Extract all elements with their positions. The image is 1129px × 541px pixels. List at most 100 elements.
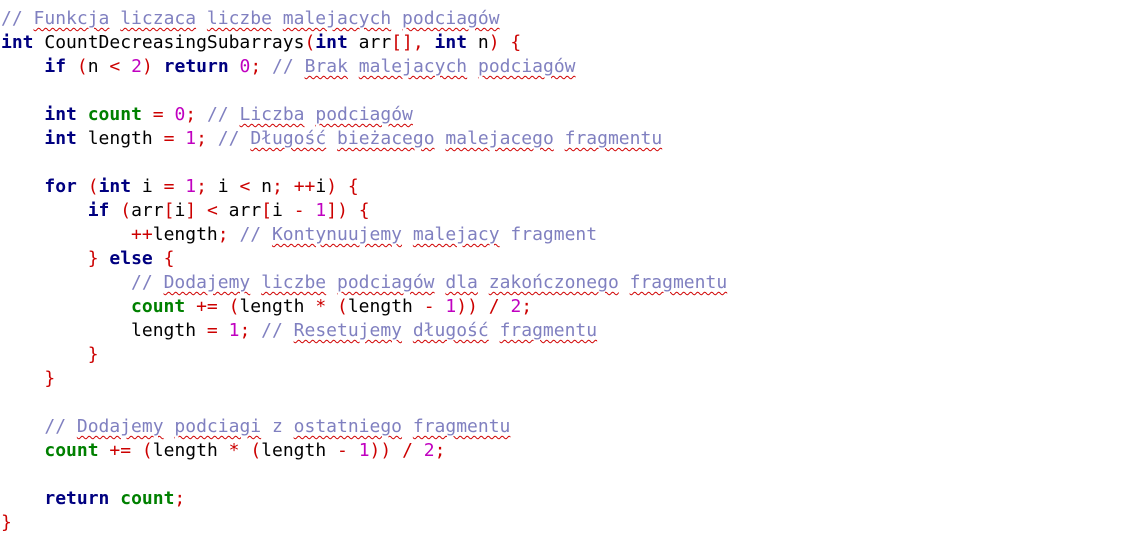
comment-token — [326, 272, 337, 293]
misspelled-comment-word: długość — [412, 320, 489, 341]
identifier-token — [261, 56, 272, 77]
operator-token: - — [337, 440, 348, 461]
identifier-token — [1, 368, 44, 389]
number-token: 2 — [131, 56, 142, 77]
misspelled-comment-word: fragmentu — [564, 128, 663, 149]
identifier-token — [109, 488, 120, 509]
identifier-token — [1, 416, 44, 437]
highlighted-identifier-token: count — [131, 296, 186, 317]
code-editor[interactable]: // Funkcja liczaca liczbe malejacych pod… — [1, 7, 1129, 535]
identifier-token — [77, 176, 88, 197]
code-line[interactable]: int count = 0; // Liczba podciagów — [1, 103, 1129, 127]
misspelled-comment-word: malejacy — [412, 224, 500, 245]
code-line[interactable]: for (int i = 1; i < n; ++i) { — [1, 175, 1129, 199]
identifier-token — [218, 320, 229, 341]
identifier-token: i — [206, 176, 240, 197]
code-line[interactable]: length = 1; // Resetujemy długość fragme… — [1, 319, 1129, 343]
misspelled-comment-word: Resetujemy — [293, 320, 403, 341]
comment-token — [348, 56, 359, 77]
comment-token — [402, 416, 413, 437]
misspelled-comment-word: liczaca — [120, 8, 197, 29]
number-token: 0 — [174, 104, 186, 125]
identifier-token — [1, 176, 44, 197]
operator-token: ( — [120, 200, 132, 221]
operator-token: ; — [272, 176, 283, 197]
code-line[interactable] — [1, 463, 1129, 487]
identifier-token — [305, 200, 316, 221]
identifier-token — [174, 176, 185, 197]
code-line[interactable]: } else { — [1, 247, 1129, 271]
operator-token: ; — [434, 440, 446, 461]
code-line[interactable]: return count; — [1, 487, 1129, 511]
identifier-token — [283, 176, 294, 197]
identifier-token — [229, 56, 240, 77]
code-line[interactable] — [1, 151, 1129, 175]
code-line[interactable]: if (n < 2) return 0; // Brak malejacych … — [1, 55, 1129, 79]
code-line[interactable]: } — [1, 343, 1129, 367]
code-line[interactable]: // Dodajemy liczbe podciagów dla zakończ… — [1, 271, 1129, 295]
operator-token: ++ — [131, 224, 153, 245]
operator-token: ( — [337, 296, 348, 317]
identifier-token — [77, 104, 88, 125]
operator-token: [ — [261, 200, 273, 221]
code-line[interactable]: } — [1, 511, 1129, 535]
identifier-token: i — [174, 200, 186, 221]
operator-token: ] — [185, 200, 197, 221]
identifier-token — [142, 104, 153, 125]
operator-token: [ — [163, 200, 175, 221]
identifier-token — [500, 32, 511, 53]
identifier-token: i — [315, 176, 327, 197]
comment-token: // — [272, 56, 305, 77]
identifier-token — [1, 200, 88, 221]
identifier-token: arr — [131, 200, 164, 221]
operator-token: ; — [196, 128, 207, 149]
code-line[interactable] — [1, 79, 1129, 103]
code-line[interactable] — [1, 391, 1129, 415]
keyword-token: return — [44, 488, 110, 509]
identifier-token — [120, 56, 131, 77]
keyword-token: for — [44, 176, 77, 197]
comment-token — [435, 128, 446, 149]
comment-token — [196, 8, 207, 29]
misspelled-comment-word: Długość — [250, 128, 327, 149]
comment-token — [554, 128, 565, 149]
operator-token: - — [423, 296, 435, 317]
code-line[interactable]: int length = 1; // Długość bieżacego mal… — [1, 127, 1129, 151]
code-line[interactable]: count += (length * (length - 1)) / 2; — [1, 295, 1129, 319]
operator-token: * — [315, 296, 327, 317]
comment-token — [109, 8, 120, 29]
identifier-token — [109, 200, 120, 221]
code-line[interactable]: // Funkcja liczaca liczbe malejacych pod… — [1, 7, 1129, 31]
misspelled-comment-word: Funkcja — [33, 8, 110, 29]
identifier-token — [164, 104, 175, 125]
operator-token: )) — [456, 296, 478, 317]
operator-token: ; — [217, 224, 229, 245]
number-token: 1 — [185, 176, 197, 197]
identifier-token — [1, 488, 44, 509]
code-line[interactable]: // Dodajemy podciagi z ostatniego fragme… — [1, 415, 1129, 439]
comment-token: // — [217, 128, 251, 149]
operator-token: ; — [239, 320, 251, 341]
highlighted-identifier-token: count — [44, 440, 99, 461]
code-line[interactable]: if (arr[i] < arr[i - 1]) { — [1, 199, 1129, 223]
identifier-token — [1, 56, 44, 77]
identifier-token — [348, 440, 359, 461]
operator-token: * — [228, 440, 240, 461]
identifier-token — [131, 440, 142, 461]
misspelled-comment-word: podciagów — [477, 56, 576, 77]
code-line[interactable]: } — [1, 367, 1129, 391]
identifier-token — [337, 176, 348, 197]
code-line[interactable]: count += (length * (length - 1)) / 2; — [1, 439, 1129, 463]
misspelled-comment-word: podciagi — [174, 416, 262, 437]
misspelled-comment-word: Dodajemy — [76, 416, 164, 437]
comment-token — [272, 8, 283, 29]
identifier-token — [196, 200, 207, 221]
operator-token: ]) — [326, 200, 348, 221]
operator-token: ) — [326, 176, 338, 197]
operator-token: { — [347, 176, 359, 197]
keyword-token: return — [163, 56, 229, 77]
code-line[interactable]: ++length; // Kontynuujemy malejacy fragm… — [1, 223, 1129, 247]
misspelled-comment-word: liczbe — [261, 272, 327, 293]
misspelled-comment-word: malejacych — [282, 8, 392, 29]
code-line[interactable]: int CountDecreasingSubarrays(int arr[], … — [1, 31, 1129, 55]
